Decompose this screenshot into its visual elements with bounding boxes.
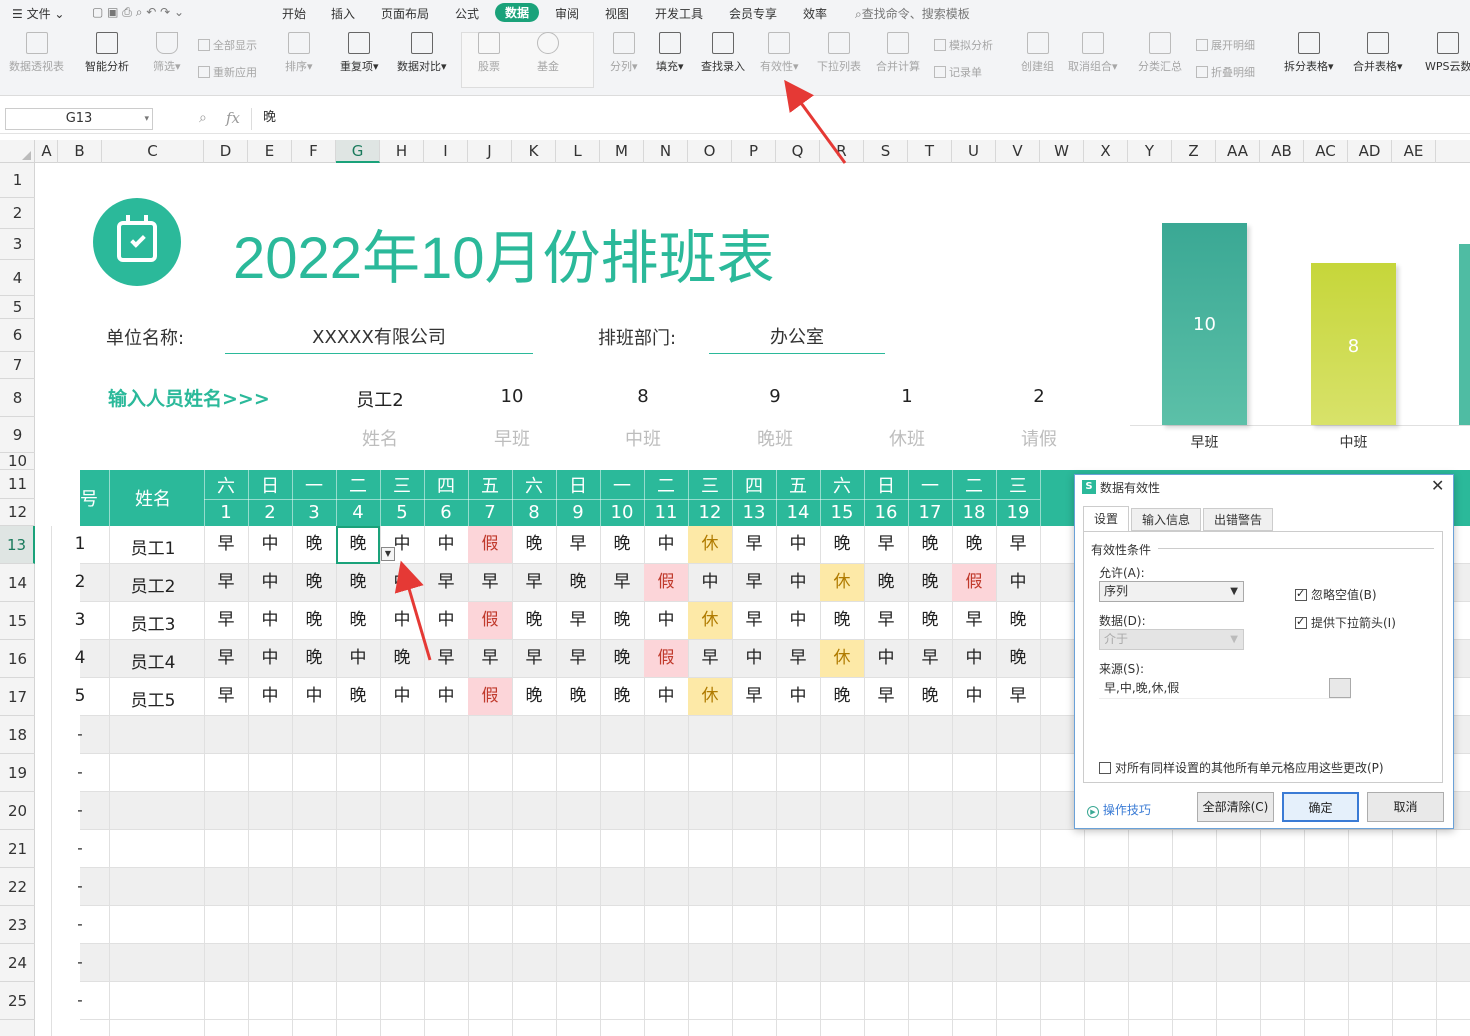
arrow-to-validity xyxy=(784,79,847,164)
dropdown-arrow-checkbox[interactable]: 提供下拉箭头(I) xyxy=(1295,614,1396,631)
source-input[interactable]: 早,中,晚,休,假 xyxy=(1099,678,1351,699)
dialog-title: 数据有效性 xyxy=(1100,481,1161,495)
allow-select[interactable]: 序列 ▼ xyxy=(1099,581,1244,602)
ok-button[interactable]: 确定 xyxy=(1282,792,1359,822)
data-value: 介于 xyxy=(1104,632,1129,646)
allow-label: 允许(A): xyxy=(1099,566,1145,580)
dropdown-arrow-label: 提供下拉箭头(I) xyxy=(1311,616,1396,630)
settings-panel: 有效性条件 允许(A): 序列 ▼ 数据(D): 介于 ▼ 忽略空值(B) 提供下拉… xyxy=(1083,531,1443,783)
arrow-to-cell xyxy=(394,560,432,661)
section-title: 有效性条件 xyxy=(1091,543,1152,557)
chevron-down-icon: ▼ xyxy=(1230,634,1238,645)
dialog-titlebar: S 数据有效性 ✕ xyxy=(1075,475,1453,499)
clear-all-button[interactable]: 全部清除(C) xyxy=(1197,792,1274,822)
play-icon: ▶ xyxy=(1087,806,1099,818)
wps-sheet-icon: S xyxy=(1082,480,1096,494)
tab-settings-label: 设置 xyxy=(1093,512,1118,526)
tab-error-alert[interactable]: 出错警告 xyxy=(1203,508,1273,531)
allow-value: 序列 xyxy=(1104,584,1129,598)
checkbox-empty-icon xyxy=(1099,762,1111,774)
range-picker-icon[interactable] xyxy=(1329,678,1351,698)
tips-link[interactable]: ▶ 操作技巧 xyxy=(1087,801,1151,818)
data-select[interactable]: 介于 ▼ xyxy=(1099,629,1244,650)
source-label: 来源(S): xyxy=(1099,662,1145,676)
data-label: 数据(D): xyxy=(1099,614,1146,628)
ok-label: 确定 xyxy=(1308,801,1333,815)
tab-input-message[interactable]: 输入信息 xyxy=(1131,508,1201,531)
tips-label: 操作技巧 xyxy=(1102,803,1151,817)
cancel-button[interactable]: 取消 xyxy=(1367,792,1444,822)
clear-all-label: 全部清除(C) xyxy=(1202,800,1269,814)
tab-error-alert-label: 出错警告 xyxy=(1213,513,1262,527)
tab-settings[interactable]: 设置 xyxy=(1083,506,1129,531)
ignore-blank-label: 忽略空值(B) xyxy=(1311,588,1377,602)
cancel-label: 取消 xyxy=(1393,800,1418,814)
close-icon[interactable]: ✕ xyxy=(1431,476,1444,495)
apply-all-label: 对所有同样设置的其他所有单元格应用这些更改(P) xyxy=(1115,761,1384,775)
checkbox-checked-icon xyxy=(1295,587,1307,601)
data-validation-dialog: S 数据有效性 ✕ 设置 输入信息 出错警告 有效性条件 允许(A): 序列 ▼ … xyxy=(1074,474,1454,829)
apply-all-checkbox[interactable]: 对所有同样设置的其他所有单元格应用这些更改(P) xyxy=(1099,759,1384,776)
chevron-down-icon: ▼ xyxy=(1230,586,1238,597)
ignore-blank-checkbox[interactable]: 忽略空值(B) xyxy=(1295,586,1377,603)
tab-input-message-label: 输入信息 xyxy=(1141,513,1190,527)
checkbox-checked-icon xyxy=(1295,615,1307,629)
source-value: 早,中,晚,休,假 xyxy=(1104,681,1180,695)
